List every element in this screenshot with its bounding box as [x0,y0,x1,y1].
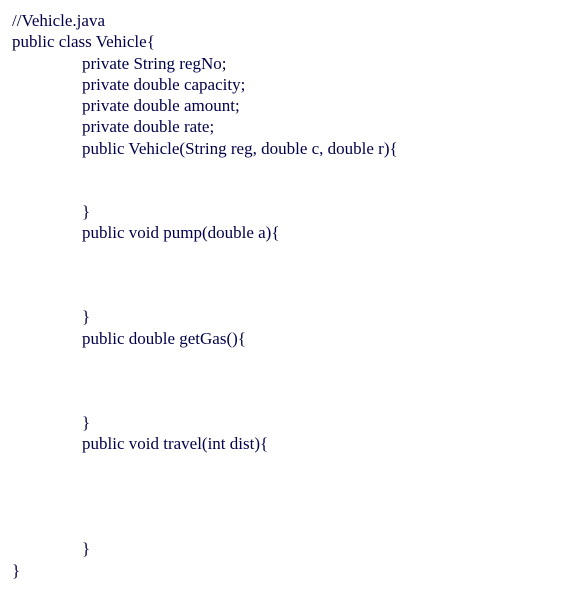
code-line-field-amount: private double amount; [12,95,564,116]
blank-line [12,180,564,201]
blank-line [12,370,564,391]
code-line-close-brace: } [12,412,564,433]
code-line-close-brace: } [12,538,564,559]
blank-line [12,496,564,517]
blank-line [12,517,564,538]
code-line-method-getgas: public double getGas(){ [12,328,564,349]
code-line-class-decl: public class Vehicle{ [12,31,564,52]
blank-line [12,159,564,180]
blank-line [12,391,564,412]
code-line-close-brace: } [12,201,564,222]
blank-line [12,243,564,264]
blank-line [12,349,564,370]
code-line-constructor: public Vehicle(String reg, double c, dou… [12,138,564,159]
code-line-class-close: } [12,560,564,581]
code-line-field-regno: private String regNo; [12,53,564,74]
code-line-comment: //Vehicle.java [12,10,564,31]
blank-line [12,475,564,496]
code-line-close-brace: } [12,306,564,327]
code-line-method-pump: public void pump(double a){ [12,222,564,243]
blank-line [12,454,564,475]
code-line-field-capacity: private double capacity; [12,74,564,95]
code-line-method-travel: public void travel(int dist){ [12,433,564,454]
blank-line [12,264,564,285]
blank-line [12,285,564,306]
code-line-field-rate: private double rate; [12,116,564,137]
